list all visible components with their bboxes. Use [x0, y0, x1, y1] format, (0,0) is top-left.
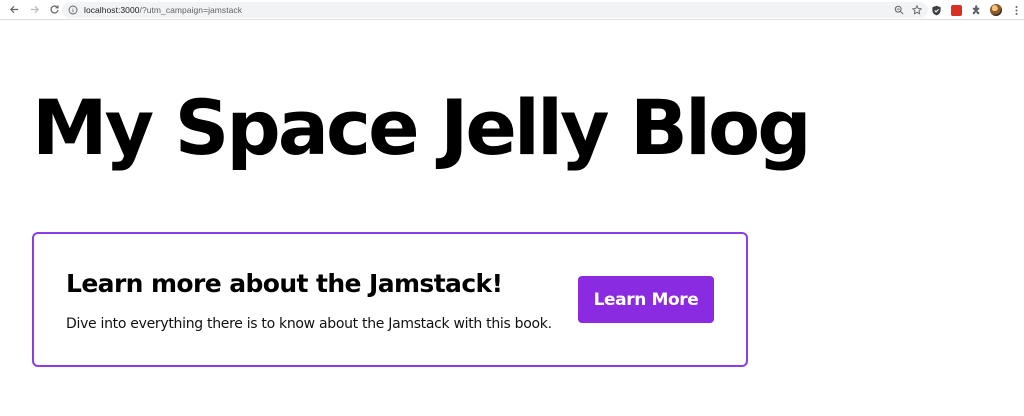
- learn-more-button[interactable]: Learn More: [578, 276, 714, 323]
- shield-icon: [931, 5, 941, 15]
- reload-icon: [49, 5, 59, 14]
- promo-heading: Learn more about the Jamstack!: [66, 269, 503, 298]
- info-icon[interactable]: [68, 5, 78, 15]
- arrow-right-icon: [30, 5, 39, 14]
- forward-button[interactable]: [26, 2, 42, 18]
- reload-button[interactable]: [46, 2, 62, 18]
- address-bar[interactable]: localhost:3000/?utm_campaign=jamstack: [62, 2, 928, 18]
- star-icon: [912, 5, 922, 15]
- url-path: /?utm_campaign=jamstack: [139, 5, 243, 15]
- back-button[interactable]: [6, 2, 22, 18]
- url-host: localhost:3000: [84, 5, 140, 15]
- profile-button[interactable]: [990, 4, 1002, 16]
- kebab-menu-icon: [1014, 5, 1018, 15]
- extensions-area: [930, 2, 1022, 18]
- avatar: [990, 4, 1002, 16]
- address-bar-actions: [894, 2, 922, 18]
- extension-red-button[interactable]: [950, 4, 962, 16]
- promo-card: Learn more about the Jamstack! Dive into…: [32, 232, 748, 367]
- zoom-icon: [894, 5, 904, 15]
- red-extension-icon: [950, 4, 962, 16]
- bookmark-button[interactable]: [912, 5, 922, 15]
- promo-description: Dive into everything there is to know ab…: [66, 316, 552, 332]
- extensions-menu-button[interactable]: [970, 4, 982, 16]
- extension-shield-button[interactable]: [930, 4, 942, 16]
- puzzle-icon: [972, 4, 979, 14]
- url-text[interactable]: localhost:3000/?utm_campaign=jamstack: [84, 5, 242, 15]
- browser-menu-button[interactable]: [1010, 4, 1022, 16]
- browser-toolbar: localhost:3000/?utm_campaign=jamstack: [0, 0, 1024, 20]
- zoom-button[interactable]: [894, 5, 904, 15]
- arrow-left-icon: [9, 5, 18, 14]
- page-title: My Space Jelly Blog: [32, 83, 812, 172]
